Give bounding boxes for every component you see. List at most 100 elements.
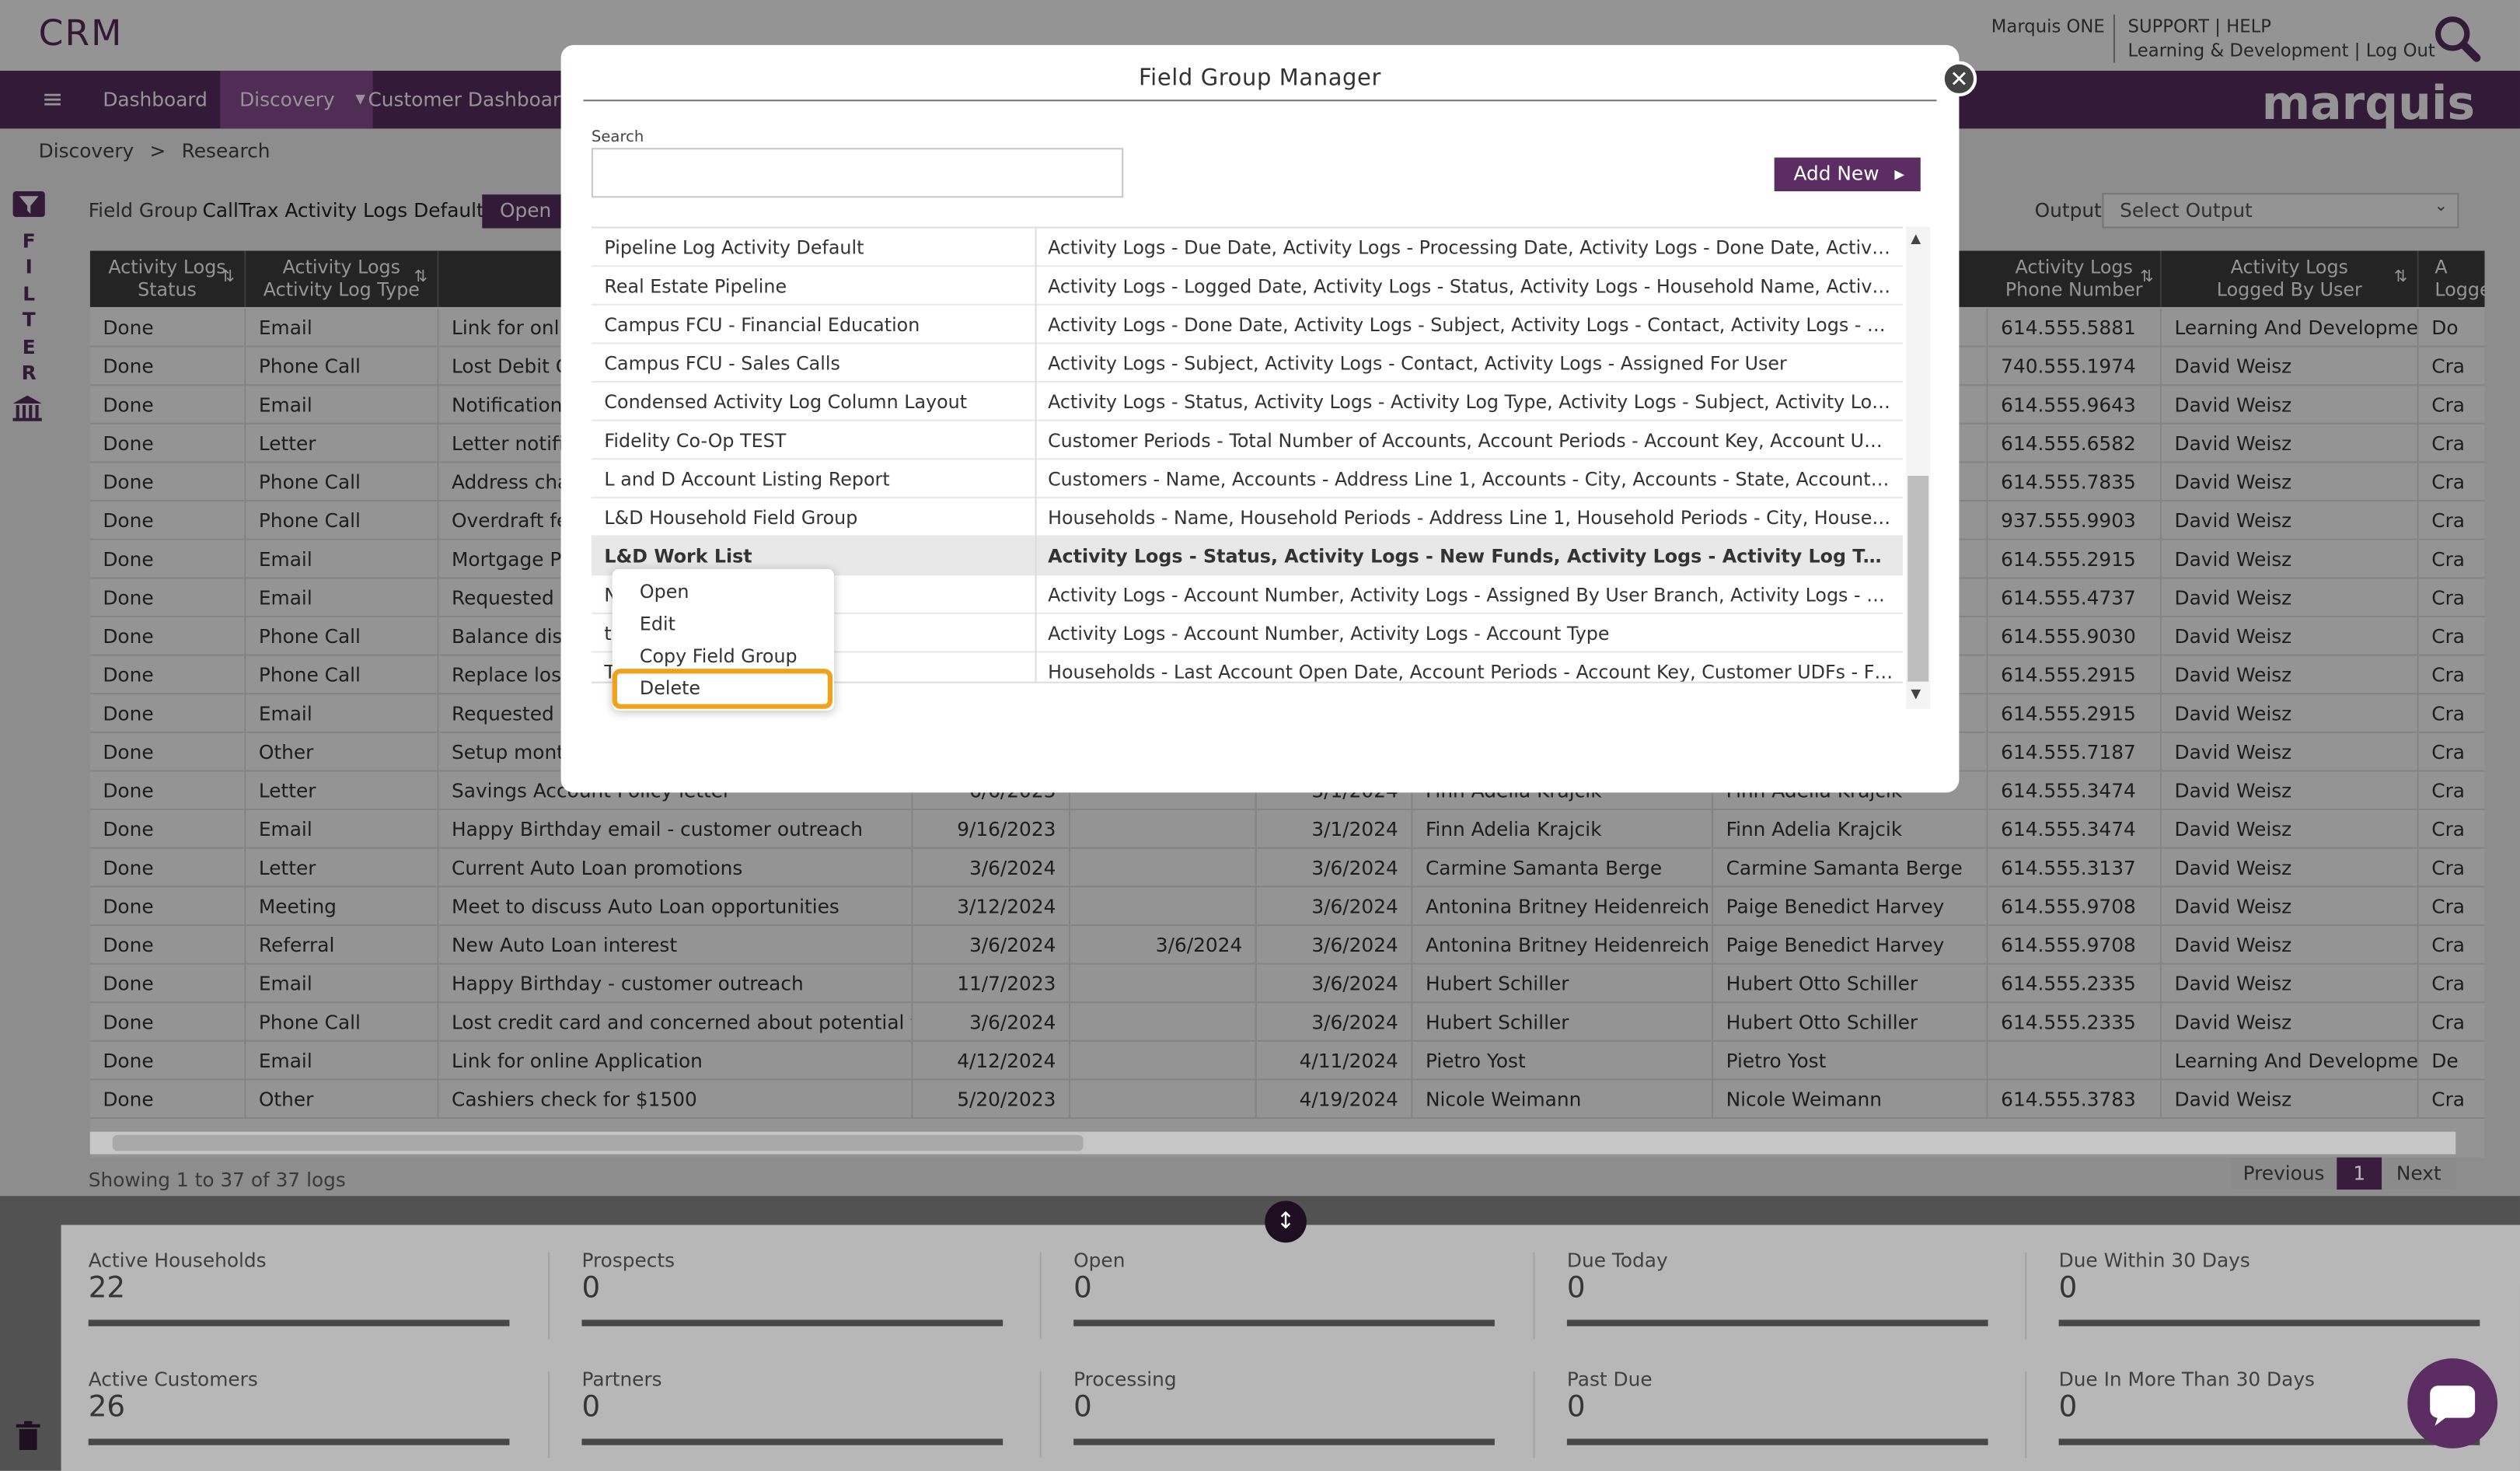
horizontal-scrollbar[interactable] [89,1131,2456,1155]
stat-card: Active Customers 26 [88,1368,510,1448]
field-group-row[interactable]: Fidelity Co-Op TEST Customer Periods - To… [591,421,1904,460]
stat-progress-bar [1073,1438,1495,1445]
stats-panel: Active Households 22 Prospects 0 Open 0 Due To… [61,1225,2520,1471]
stat-divider [1039,1252,1042,1340]
field-group-fields: Activity Logs - Due Date, Activity Logs … [1048,236,1893,259]
column-divider [1035,652,1037,682]
field-group-fields: Activity Logs - Logged Date, Activity Lo… [1048,274,1893,298]
caret-right-icon: ▶ [1894,167,1905,182]
stat-value: 0 [2058,1271,2078,1305]
column-divider [1035,344,1037,383]
scroll-up-icon[interactable]: ▲ [1911,232,1921,246]
chat-button[interactable] [2407,1358,2498,1448]
field-group-fields: Households - Name, Household Periods - A… [1048,506,1893,529]
stat-value: 0 [1073,1271,1092,1305]
field-group-name: L and D Account Listing Report [604,467,890,491]
stat-card: Partners 0 [581,1368,1003,1448]
menu-item-copy-field-group[interactable]: Copy Field Group [640,645,798,667]
stat-label: Past Due [1566,1368,1653,1391]
add-new-label: Add New [1793,162,1880,185]
field-group-row[interactable]: Campus FCU - Sales Calls Activity Logs - … [591,344,1904,383]
column-divider [1035,267,1037,306]
field-group-name: Campus FCU - Financial Education [604,313,920,337]
menu-item-open[interactable]: Open [640,580,689,603]
stat-label: Processing [1073,1368,1177,1391]
field-group-row[interactable]: L&D Household Field Group Households - Na… [591,498,1904,537]
stat-card: Prospects 0 [581,1249,1003,1329]
field-group-fields: Activity Logs - Subject, Activity Logs -… [1048,351,1787,375]
stat-divider [548,1371,550,1459]
stat-label: Active Households [88,1249,267,1272]
stat-divider [548,1252,550,1340]
stat-value: 0 [1566,1390,1586,1424]
field-group-name: Pipeline Log Activity Default [604,236,864,259]
column-divider [1035,383,1037,421]
column-divider [1035,498,1037,537]
search-input[interactable] [591,148,1124,198]
stat-divider [1039,1371,1042,1459]
vertical-scrollbar[interactable]: ▲ ▼ [1906,226,1931,709]
stat-label: Active Customers [88,1368,258,1391]
stat-value: 26 [88,1390,126,1424]
field-group-fields: Activity Logs - Done Date, Activity Logs… [1048,313,1893,337]
field-group-row[interactable]: Pipeline Log Activity Default Activity Lo… [591,228,1904,267]
stat-progress-bar [88,1438,510,1445]
column-divider [1035,613,1037,653]
field-group-fields: Customers - Name, Accounts - Address Lin… [1048,467,1893,491]
column-divider [1035,459,1037,498]
column-divider [1035,305,1037,344]
menu-item-edit[interactable]: Edit [640,613,675,635]
field-group-fields: Customer Periods - Total Number of Accou… [1048,429,1893,452]
stat-value: 22 [88,1271,126,1305]
stat-value: 0 [1566,1271,1586,1305]
scroll-thumb[interactable] [1907,476,1929,682]
field-group-fields: Activity Logs - Account Number, Activity… [1048,622,1610,645]
field-group-name: Campus FCU - Sales Calls [604,351,840,375]
stat-divider [1533,1252,1535,1340]
stat-label: Prospects [581,1249,675,1272]
column-divider [1035,421,1037,460]
stat-card: Past Due 0 [1566,1368,1988,1448]
stat-label: Due Today [1566,1249,1668,1272]
field-group-name: Condensed Activity Log Column Layout [604,390,968,414]
field-group-row[interactable]: L and D Account Listing Report Customers … [591,459,1904,498]
field-group-name: L&D Household Field Group [604,506,858,529]
column-divider [1035,228,1037,267]
next-button[interactable]: Next [2382,1157,2456,1190]
field-group-fields: Activity Logs - Status, Activity Logs - … [1048,390,1893,414]
scroll-thumb[interactable] [112,1134,1084,1151]
stat-progress-bar [581,1319,1003,1326]
previous-button[interactable]: Previous [2230,1157,2337,1190]
modal-title: Field Group Manager [1138,65,1382,92]
resize-handle-icon[interactable]: ↕ [1265,1200,1307,1243]
field-group-row[interactable]: Real Estate Pipeline Activity Logs - Logg… [591,267,1904,306]
field-group-name: Real Estate Pipeline [604,274,787,298]
stat-value: 0 [581,1271,601,1305]
stat-label: Open [1073,1249,1126,1272]
field-group-row[interactable]: Campus FCU - Financial Education Activity… [591,305,1904,344]
stat-card: Due Within 30 Days 0 [2058,1249,2480,1329]
stat-progress-bar [88,1319,510,1326]
field-group-name: t [604,622,612,645]
stat-value: 0 [581,1390,601,1424]
field-group-row[interactable]: Condensed Activity Log Column Layout Acti… [591,383,1904,421]
page-1-button[interactable]: 1 [2337,1157,2382,1190]
column-divider [1035,575,1037,614]
showing-count: Showing 1 to 37 of 37 logs [88,1169,346,1192]
scroll-down-icon[interactable]: ▼ [1911,687,1921,701]
search-label: Search [591,128,644,147]
stat-card: Processing 0 [1073,1368,1495,1448]
stat-divider [1533,1371,1535,1459]
stat-value: 0 [1073,1390,1092,1424]
stat-divider [2025,1371,2027,1459]
add-new-button[interactable]: Add New ▶ [1774,157,1921,192]
stat-card: Open 0 [1073,1249,1495,1329]
close-icon[interactable]: ✕ [1941,61,1977,97]
stat-progress-bar [2058,1319,2480,1326]
field-group-fields: Activity Logs - Status, Activity Logs - … [1048,544,1893,568]
stat-card: Active Households 22 [88,1249,510,1329]
stat-divider [2025,1252,2027,1340]
delete-highlight [612,669,833,709]
field-group-fields: Households - Last Account Open Date, Acc… [1048,660,1893,683]
stat-progress-bar [1073,1319,1495,1326]
